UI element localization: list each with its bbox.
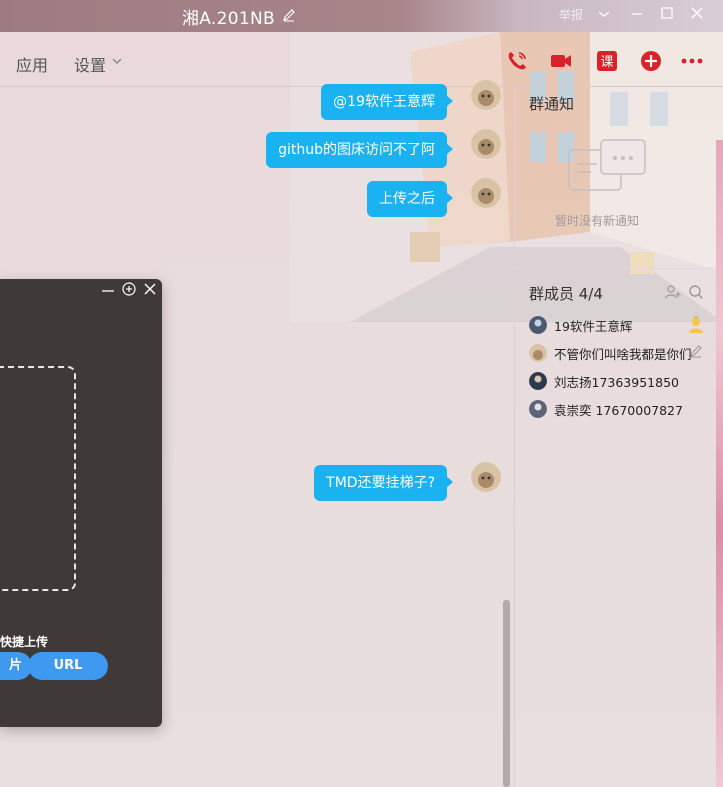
tab-apps[interactable]: 应用	[16, 52, 48, 76]
add-circle-icon[interactable]	[639, 49, 663, 73]
search-icon[interactable]	[688, 284, 704, 300]
quick-upload-label: 快捷上传	[0, 635, 49, 649]
maximize-icon[interactable]	[660, 6, 674, 20]
member-name: 刘志扬17363951850	[554, 375, 679, 390]
avatar[interactable]	[471, 80, 501, 110]
edit-title-icon[interactable]	[282, 8, 296, 22]
svg-text:课: 课	[600, 55, 613, 70]
class-icon[interactable]: 课	[595, 49, 619, 73]
avatar[interactable]	[471, 129, 501, 159]
window-edge-decoration	[716, 140, 723, 787]
chat-scrollbar[interactable]	[503, 600, 510, 787]
message-bubble[interactable]: TMD还要挂梯子?	[314, 465, 453, 501]
member-name: 不管你们叫啥我都是你们	[554, 347, 692, 362]
message-bubble[interactable]: github的图床访问不了阿	[266, 132, 453, 168]
video-call-icon[interactable]	[549, 49, 573, 73]
message-bubble[interactable]: @19软件王意辉	[321, 84, 453, 120]
avatar	[529, 344, 547, 362]
minimize-icon[interactable]	[101, 282, 115, 296]
settings-chevron-down-icon[interactable]	[112, 57, 122, 65]
more-icon[interactable]	[680, 49, 704, 73]
panel-divider	[515, 268, 723, 269]
members-title: 群成员 4/4	[529, 285, 603, 303]
member-item[interactable]: 刘志扬17363951850	[529, 370, 719, 392]
report-label[interactable]: 举报	[559, 6, 583, 23]
title-bar: 湘A.201NB 举报	[0, 0, 723, 32]
minimize-icon[interactable]	[630, 6, 644, 20]
pin-icon[interactable]	[122, 282, 136, 296]
notice-title[interactable]: 群通知	[529, 93, 574, 114]
upload-dialog: 快捷上传 片 URL	[0, 279, 162, 727]
avatar	[529, 400, 547, 418]
voice-call-icon[interactable]	[505, 49, 529, 73]
avatar[interactable]	[471, 462, 501, 492]
message-bubble[interactable]: 上传之后	[367, 181, 453, 217]
edit-icon[interactable]	[689, 344, 703, 358]
member-name: 袁崇奕 17670007827	[554, 403, 683, 418]
empty-notice-icon	[568, 139, 646, 191]
upload-drop-zone[interactable]	[0, 366, 76, 591]
chevron-down-icon[interactable]	[598, 9, 610, 19]
close-icon[interactable]	[690, 6, 704, 20]
avatar	[529, 316, 547, 334]
member-name: 19软件王意辉	[554, 319, 633, 334]
notice-empty-text: 暂时没有新通知	[555, 214, 640, 228]
group-owner-icon	[689, 316, 703, 333]
group-side-panel: 群通知 暂时没有新通知 群成员 4/4 19软件王意辉 不管你们叫啥我都是你们	[514, 86, 723, 787]
tab-settings[interactable]: 设置	[74, 52, 106, 76]
avatar[interactable]	[471, 178, 501, 208]
window-title: 湘A.201NB	[182, 9, 275, 29]
member-item[interactable]: 袁崇奕 17670007827	[529, 398, 719, 420]
close-icon[interactable]	[143, 282, 157, 296]
upload-url-button[interactable]: URL	[28, 652, 108, 680]
add-member-icon[interactable]	[665, 284, 681, 300]
avatar	[529, 372, 547, 390]
